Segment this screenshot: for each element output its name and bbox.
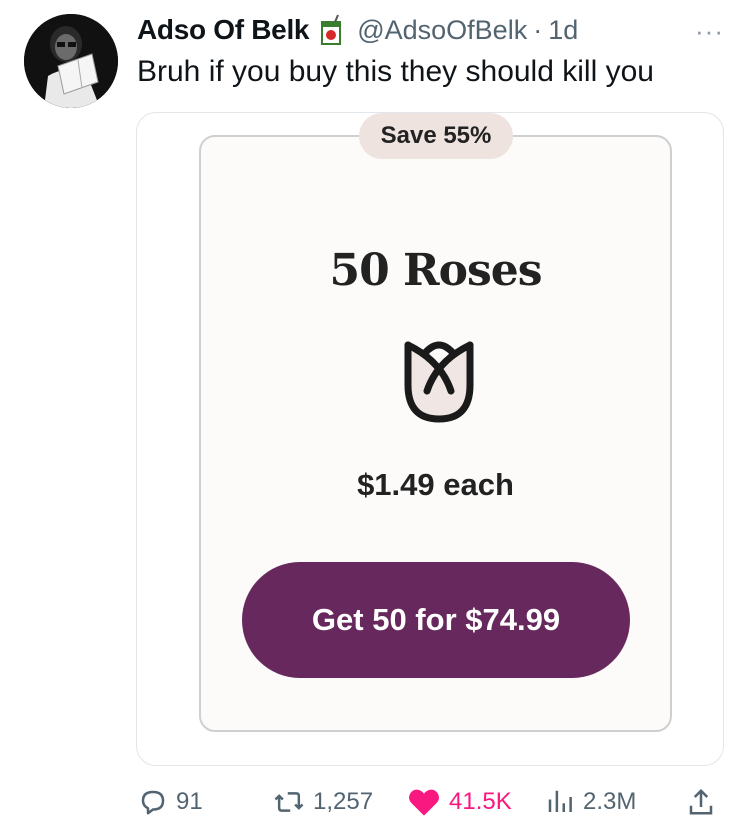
offer-card: 50 Roses $1.49 each Get 50 for $74.99 xyxy=(199,135,672,732)
repost-icon xyxy=(274,792,304,812)
avatar-image xyxy=(24,14,118,108)
separator-dot: · xyxy=(533,14,543,45)
tweet-header: Adso Of Belk @AdsoOfBelk · 1d ··· xyxy=(137,12,730,48)
views-count: 2.3M xyxy=(583,788,637,815)
repost-count: 1,257 xyxy=(313,788,374,815)
tweet-actions: 91 1,257 41.5K 2.3M xyxy=(0,784,750,824)
share-icon xyxy=(689,788,713,815)
tweet-text: Bruh if you buy this they should kill yo… xyxy=(137,55,654,88)
repost-action[interactable]: 1,257 xyxy=(273,784,373,820)
more-options-icon[interactable]: ··· xyxy=(695,16,724,47)
media-attachment[interactable]: 50 Roses $1.49 each Get 50 for $74.99 Sa… xyxy=(136,112,724,766)
author-name[interactable]: Adso Of Belk xyxy=(137,14,310,46)
author-handle[interactable]: @AdsoOfBelk xyxy=(357,15,527,46)
timestamp[interactable]: 1d xyxy=(548,15,578,46)
unit-price: $1.49 each xyxy=(357,467,514,502)
reply-icon xyxy=(141,790,165,815)
save-badge: Save 55% xyxy=(359,113,513,159)
card-title: 50 Roses xyxy=(329,245,543,296)
like-action[interactable]: 41.5K xyxy=(407,784,512,820)
avatar[interactable] xyxy=(24,14,118,108)
buy-roses-button[interactable]: Get 50 for $74.99 xyxy=(242,562,630,678)
rose-icon xyxy=(404,341,474,423)
reply-action[interactable]: 91 xyxy=(138,784,203,820)
views-action[interactable]: 2.3M xyxy=(545,784,636,820)
share-action[interactable] xyxy=(686,784,724,820)
juice-box-icon xyxy=(319,14,345,46)
like-count: 41.5K xyxy=(449,788,512,815)
reply-count: 91 xyxy=(176,788,203,815)
heart-icon xyxy=(409,789,439,816)
views-icon xyxy=(548,790,572,812)
